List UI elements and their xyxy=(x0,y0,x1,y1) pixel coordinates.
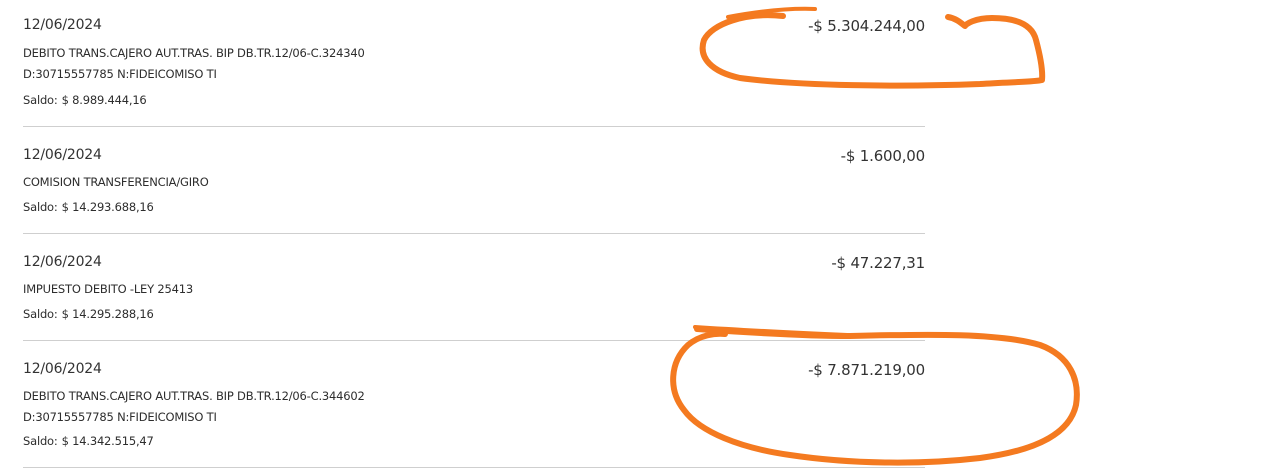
transaction-date: 12/06/2024 xyxy=(23,361,102,377)
balance-label: Saldo: xyxy=(23,434,58,448)
description-line: COMISION TRANSFERENCIA/GIRO xyxy=(23,175,209,189)
transaction-row[interactable]: 12/06/2024 -$ 47.227,31 IMPUESTO DEBITO … xyxy=(23,234,925,341)
transaction-description: DEBITO TRANS.CAJERO AUT.TRAS. BIP DB.TR.… xyxy=(23,43,365,85)
balance-label: Saldo: xyxy=(23,93,58,107)
transaction-description: COMISION TRANSFERENCIA/GIRO xyxy=(23,172,209,193)
description-line: DEBITO TRANS.CAJERO AUT.TRAS. BIP DB.TR.… xyxy=(23,46,365,60)
transaction-row[interactable]: 12/06/2024 -$ 1.600,00 COMISION TRANSFER… xyxy=(23,127,925,234)
description-line: DEBITO TRANS.CAJERO AUT.TRAS. BIP DB.TR.… xyxy=(23,389,365,403)
description-line: D:30715557785 N:FIDEICOMISO TI xyxy=(23,410,217,424)
transaction-row[interactable]: 12/06/2024 -$ 5.304.244,00 DEBITO TRANS.… xyxy=(23,0,925,127)
description-line: D:30715557785 N:FIDEICOMISO TI xyxy=(23,67,217,81)
transaction-amount: -$ 1.600,00 xyxy=(840,147,926,165)
transaction-list: 12/06/2024 -$ 5.304.244,00 DEBITO TRANS.… xyxy=(23,0,925,468)
transaction-row[interactable]: 12/06/2024 -$ 7.871.219,00 DEBITO TRANS.… xyxy=(23,341,925,468)
transaction-description: DEBITO TRANS.CAJERO AUT.TRAS. BIP DB.TR.… xyxy=(23,386,365,428)
transaction-date: 12/06/2024 xyxy=(23,17,102,33)
transaction-balance: Saldo: $ 14.295.288,16 xyxy=(23,307,154,321)
description-line: IMPUESTO DEBITO -LEY 25413 xyxy=(23,282,193,296)
transaction-amount: -$ 47.227,31 xyxy=(831,254,925,272)
balance-label: Saldo: xyxy=(23,307,58,321)
balance-value: $ 14.293.688,16 xyxy=(61,200,154,214)
transaction-balance: Saldo: $ 14.293.688,16 xyxy=(23,200,154,214)
transaction-amount: -$ 7.871.219,00 xyxy=(808,361,925,379)
transaction-balance: Saldo: $ 8.989.444,16 xyxy=(23,93,147,107)
balance-label: Saldo: xyxy=(23,200,58,214)
balance-value: $ 8.989.444,16 xyxy=(61,93,147,107)
balance-value: $ 14.295.288,16 xyxy=(61,307,154,321)
balance-value: $ 14.342.515,47 xyxy=(61,434,154,448)
transaction-date: 12/06/2024 xyxy=(23,254,102,270)
transaction-balance: Saldo: $ 14.342.515,47 xyxy=(23,434,154,448)
transaction-amount: -$ 5.304.244,00 xyxy=(808,17,925,35)
transaction-date: 12/06/2024 xyxy=(23,147,102,163)
transaction-description: IMPUESTO DEBITO -LEY 25413 xyxy=(23,279,193,300)
